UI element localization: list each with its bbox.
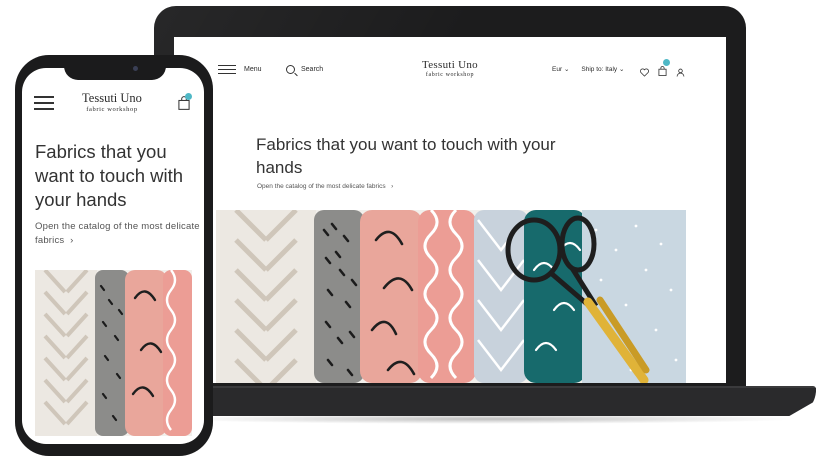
chevron-right-icon: ›	[387, 183, 394, 190]
ship-to-select[interactable]: Ship to: Italy ⌄	[581, 65, 624, 73]
brand-logo[interactable]: Tessuti Uno fabric workshop	[66, 91, 158, 113]
menu-button[interactable]: Menu	[218, 65, 262, 74]
cart-button[interactable]	[177, 93, 192, 115]
brand-tagline: fabric workshop	[425, 72, 475, 78]
catalog-link-label: Open the catalog of the most delicate fa…	[257, 183, 386, 190]
catalog-link[interactable]: Open the catalog of the most delicate fa…	[257, 183, 393, 190]
cart-badge	[185, 93, 192, 100]
hamburger-icon[interactable]	[34, 96, 54, 110]
search-button[interactable]: Search	[286, 65, 323, 74]
header-icons	[640, 59, 685, 81]
chevron-right-icon: ›	[67, 235, 74, 246]
brand-name: Tessuti Uno	[82, 91, 142, 105]
search-icon	[286, 65, 295, 74]
laptop-base	[150, 388, 816, 416]
locale-controls: Eur ⌄ Ship to: Italy ⌄	[552, 65, 624, 73]
user-icon[interactable]	[676, 68, 685, 77]
ship-to-label: Ship to: Italy	[581, 66, 618, 73]
phone-notch	[64, 58, 166, 80]
chevron-down-icon: ⌄	[618, 66, 625, 73]
hero-title: Fabrics that you want to touch with your…	[256, 135, 556, 177]
brand-logo[interactable]: Tessuti Uno fabric workshop	[390, 59, 510, 78]
fabric-photo	[35, 270, 192, 436]
hamburger-icon	[218, 65, 236, 74]
currency-label: Eur	[552, 66, 563, 73]
brand-tagline: fabric workshop	[86, 106, 138, 113]
catalog-link-label: Open the catalog of the most delicate fa…	[35, 221, 200, 246]
hero-title: Fabrics that you want to touch with your…	[35, 141, 184, 210]
laptop-screen: Menu Search Tessuti Uno fabric workshop …	[174, 37, 726, 383]
heart-icon[interactable]	[640, 68, 649, 77]
cart-button[interactable]	[658, 59, 670, 81]
currency-select[interactable]: Eur ⌄	[552, 65, 569, 73]
fabric-dashes	[314, 210, 364, 383]
fabric-diamonds	[474, 210, 528, 383]
brand-name: Tessuti Uno	[421, 59, 478, 71]
camera-icon	[133, 66, 138, 71]
bag-icon	[658, 66, 667, 76]
fabric-photo	[216, 210, 686, 383]
catalog-link[interactable]: Open the catalog of the most delicate fa…	[35, 220, 200, 248]
chevron-down-icon: ⌄	[563, 66, 570, 73]
menu-label: Menu	[244, 66, 262, 73]
phone-screen: Tessuti Uno fabric workshop Fabrics that…	[22, 68, 204, 444]
cart-badge	[663, 59, 670, 66]
fabric-arches	[360, 210, 422, 383]
search-label: Search	[301, 66, 324, 73]
